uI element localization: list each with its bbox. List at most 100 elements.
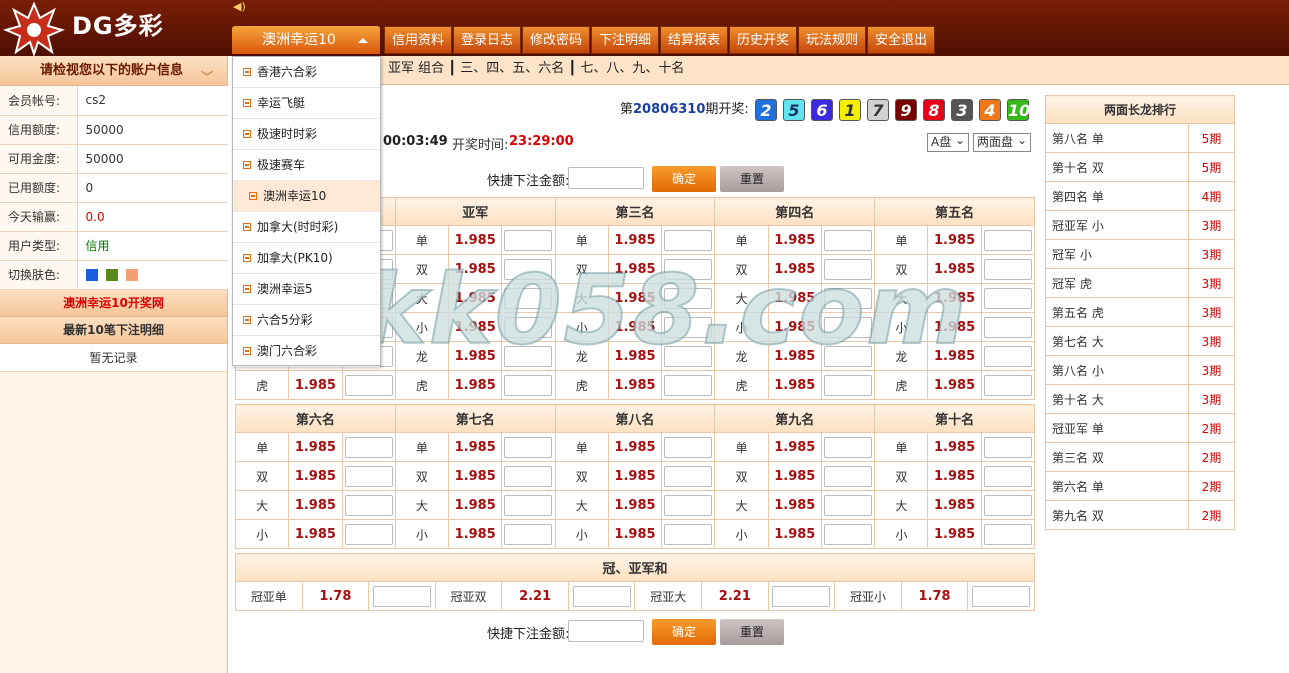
bet-amount-input[interactable] — [824, 229, 873, 251]
account-info-title: 请检视您以下的账户信息 — [40, 63, 184, 78]
bet-amount-input[interactable] — [664, 229, 713, 251]
bet-amount-input[interactable] — [824, 374, 873, 396]
bet-amount-input[interactable] — [664, 345, 713, 367]
bet-amount-input[interactable] — [504, 523, 553, 545]
bet-label: 大 — [234, 490, 290, 520]
bet-type-select[interactable]: 两面盘 — [973, 132, 1031, 152]
bet-amount-input[interactable] — [504, 316, 553, 338]
bet-amount-input[interactable] — [824, 316, 873, 338]
bet-amount-input[interactable] — [344, 374, 393, 396]
odds-value: 1.78 — [301, 581, 370, 611]
menu-item-speed-ssc[interactable]: 极速时时彩 — [233, 119, 380, 150]
bet-amount-input[interactable] — [983, 229, 1032, 251]
nav-login-log[interactable]: 登录日志 — [453, 26, 521, 54]
confirm-button[interactable]: 确定 — [652, 166, 716, 192]
skin-orange-swatch[interactable] — [125, 269, 138, 281]
draw-site-link[interactable]: 澳洲幸运10开奖网 — [0, 289, 227, 317]
bet-amount-input[interactable] — [983, 465, 1032, 487]
skin-blue-swatch[interactable] — [85, 269, 98, 281]
bet-amount-input[interactable] — [983, 494, 1032, 516]
menu-item-ca-ssc[interactable]: 加拿大(时时彩) — [233, 212, 380, 243]
nav-credit-info[interactable]: 信用资料 — [384, 26, 452, 54]
bet-label: 冠亚单 — [235, 581, 303, 611]
account-info-header[interactable]: 请检视您以下的账户信息 ﹀ — [0, 56, 227, 86]
bet-amount-input[interactable] — [983, 287, 1032, 309]
bet-amount-input[interactable] — [824, 436, 873, 458]
bet-amount-input[interactable] — [344, 436, 393, 458]
table-row: 单1.985单1.985单1.985单1.985单1.985 — [234, 432, 1036, 462]
ranking-periods: 3期 — [1188, 239, 1235, 269]
ranking-item: 冠军 小 — [1045, 239, 1189, 269]
reset-button[interactable]: 重置 — [720, 166, 784, 192]
bet-amount-input[interactable] — [772, 585, 831, 607]
bet-amount-input[interactable] — [664, 523, 713, 545]
bet-amount-input[interactable] — [824, 523, 873, 545]
bet-amount-input[interactable] — [664, 287, 713, 309]
bet-amount-input[interactable] — [572, 585, 631, 607]
nav-bet-details[interactable]: 下注明细 — [591, 26, 659, 54]
bet-amount-input[interactable] — [664, 258, 713, 280]
bet-amount-input[interactable] — [372, 585, 431, 607]
bet-amount-input[interactable] — [824, 465, 873, 487]
odds-value: 1.985 — [288, 432, 343, 462]
bet-amount-input[interactable] — [983, 374, 1032, 396]
bet-amount-input[interactable] — [504, 287, 553, 309]
arrow-box-icon — [243, 316, 251, 324]
bet-label: 龙 — [714, 341, 769, 371]
reset-button[interactable]: 重置 — [720, 619, 784, 645]
bet-amount-input[interactable] — [972, 585, 1031, 607]
bet-amount-input[interactable] — [664, 436, 713, 458]
nav-change-password[interactable]: 修改密码 — [522, 26, 590, 54]
nav-rules[interactable]: 玩法规则 — [798, 26, 866, 54]
quick-bet-input[interactable] — [568, 620, 644, 642]
sub-nav[interactable]: 亚军 组合 ┃ 三、四、五、六名 ┃ 七、八、九、十名 — [380, 56, 1289, 85]
bet-amount-input[interactable] — [504, 258, 553, 280]
odds-value: 1.78 — [900, 581, 969, 611]
bet-amount-input[interactable] — [504, 374, 553, 396]
sound-icon[interactable]: ◀) — [233, 0, 249, 14]
menu-item-lucky-airship[interactable]: 幸运飞艇 — [233, 88, 380, 119]
game-select-button[interactable]: 澳洲幸运10 — [232, 26, 380, 54]
bet-amount-input[interactable] — [983, 316, 1032, 338]
quick-bet-input[interactable] — [568, 167, 644, 189]
bet-amount-input[interactable] — [504, 465, 553, 487]
skin-green-swatch[interactable] — [105, 269, 118, 281]
nav-logout[interactable]: 安全退出 — [867, 26, 935, 54]
menu-item-hk-marksix[interactable]: 香港六合彩 — [233, 57, 380, 88]
confirm-button[interactable]: 确定 — [652, 619, 716, 645]
bet-amount-input[interactable] — [504, 345, 553, 367]
odds-value: 1.985 — [448, 312, 503, 342]
bet-amount-input[interactable] — [824, 258, 873, 280]
bet-amount-input[interactable] — [824, 287, 873, 309]
plate-select[interactable]: A盘 — [927, 132, 969, 152]
menu-item-au-lucky5[interactable]: 澳洲幸运5 — [233, 274, 380, 305]
menu-item-ca-pk10[interactable]: 加拿大(PK10) — [233, 243, 380, 274]
bet-amount-input[interactable] — [664, 374, 713, 396]
bet-amount-input[interactable] — [824, 494, 873, 516]
open-time-label: 开奖时间: — [452, 138, 509, 153]
menu-item-au-lucky10[interactable]: 澳洲幸运10 — [233, 181, 380, 212]
bet-amount-input[interactable] — [504, 494, 553, 516]
bet-amount-input[interactable] — [344, 494, 393, 516]
arrow-box-icon — [243, 285, 251, 293]
odds-value: 1.985 — [288, 519, 343, 549]
bet-amount-input[interactable] — [983, 345, 1032, 367]
bet-amount-input[interactable] — [983, 258, 1032, 280]
menu-item-speed-race[interactable]: 极速赛车 — [233, 150, 380, 181]
nav-history-draws[interactable]: 历史开奖 — [729, 26, 797, 54]
bet-amount-input[interactable] — [504, 436, 553, 458]
ranking-item: 冠亚军 单 — [1045, 413, 1189, 443]
bet-amount-input[interactable] — [983, 436, 1032, 458]
menu-item-macau-marksix[interactable]: 澳门六合彩 — [233, 336, 380, 367]
bet-amount-input[interactable] — [664, 316, 713, 338]
nav-settlement-report[interactable]: 结算报表 — [660, 26, 728, 54]
bet-amount-input[interactable] — [504, 229, 553, 251]
bet-amount-input[interactable] — [664, 465, 713, 487]
bet-amount-input[interactable] — [664, 494, 713, 516]
bet-amount-input[interactable] — [983, 523, 1032, 545]
bet-amount-input[interactable] — [344, 465, 393, 487]
bet-amount-input[interactable] — [824, 345, 873, 367]
issue-number: 20806310 — [633, 102, 706, 117]
bet-amount-input[interactable] — [344, 523, 393, 545]
menu-item-marksix-5min[interactable]: 六合5分彩 — [233, 305, 380, 336]
